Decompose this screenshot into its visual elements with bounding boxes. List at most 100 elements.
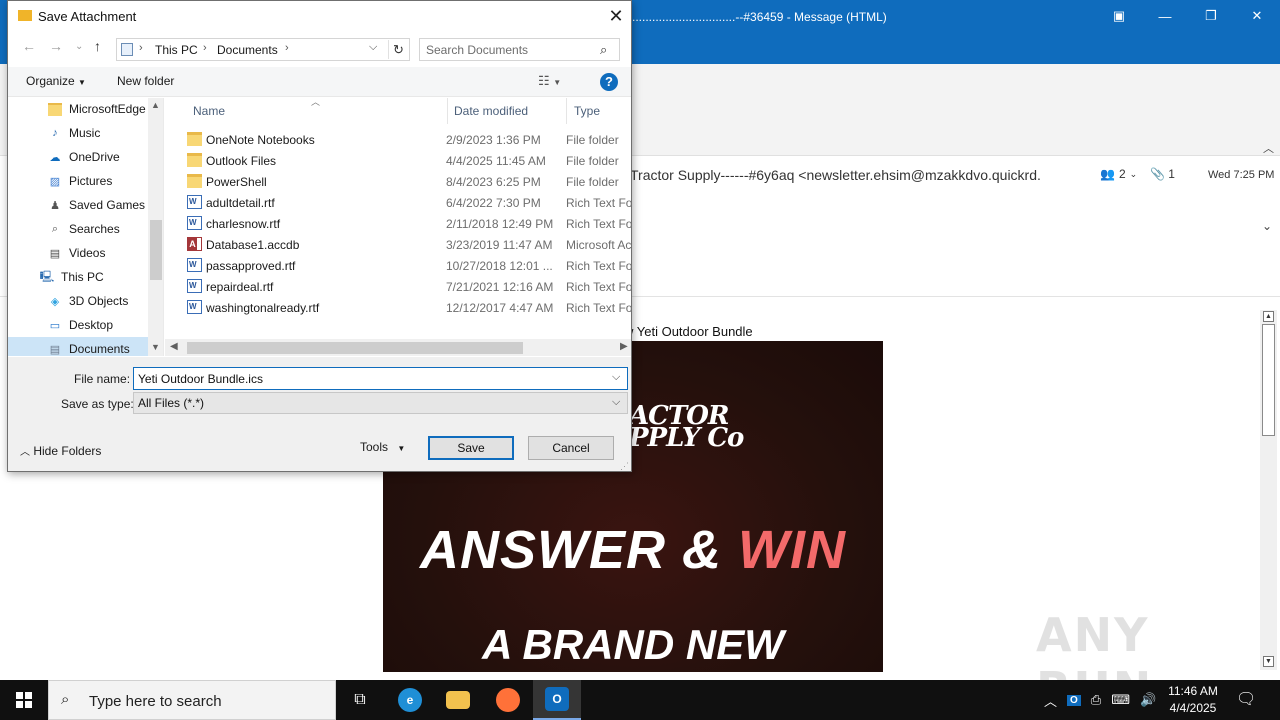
help-button[interactable]: ?	[600, 73, 618, 91]
forward-arrow-icon[interactable]: →	[49, 38, 63, 54]
show-hidden-icons-icon[interactable]: ︿	[1044, 691, 1057, 710]
nav-item-documents[interactable]: ▤ Documents	[8, 337, 148, 356]
search-input[interactable]	[426, 42, 591, 58]
nav-item-desktop[interactable]: ▭ Desktop	[8, 313, 148, 337]
task-view-button[interactable]: ⧉	[336, 680, 384, 720]
save-button[interactable]: Save	[428, 436, 514, 460]
change-view-button[interactable]: ☷ ▼	[538, 73, 561, 89]
taskbar-search-placeholder: Type here to search	[89, 693, 222, 710]
hide-folders-button[interactable]: ︿ Hide Folders	[20, 443, 101, 458]
refresh-icon[interactable]: ↻	[388, 40, 408, 59]
organize-button[interactable]: Organize ▼	[26, 74, 86, 88]
nav-pane-scrollbar[interactable]: ▲ ▼	[148, 98, 163, 356]
word-document-icon	[187, 300, 202, 314]
people-count: 2	[1118, 167, 1126, 181]
hscroll-thumb[interactable]	[187, 342, 523, 354]
attachments-button[interactable]: 📎 1	[1150, 167, 1175, 181]
restore-button[interactable]: ❐	[1188, 0, 1234, 32]
search-box[interactable]: ⌕	[419, 38, 620, 61]
volume-icon[interactable]: 🔊	[1140, 692, 1156, 708]
address-bar[interactable]: › This PC › Documents › ⌵ ↻	[116, 38, 410, 61]
notifications-icon[interactable]: 🗨	[1236, 689, 1256, 709]
file-list[interactable]: ︿ Name Date modified Type OneNote Notebo…	[165, 98, 631, 356]
file-row[interactable]: passapproved.rtf 10/27/2018 12:01 ... Rich…	[165, 255, 631, 276]
file-row[interactable]: Database1.accdb 3/23/2019 11:47 AM Microso…	[165, 234, 631, 255]
save-as-type-select[interactable]: All Files (*.*) ⌵	[133, 392, 628, 414]
recipients-button[interactable]: 👥 2 ⌄	[1100, 167, 1137, 181]
up-arrow-icon[interactable]: ↑	[94, 38, 101, 54]
file-list-hscroll[interactable]: ◀ ▶	[165, 339, 631, 356]
address-dropdown-icon[interactable]: ⌵	[369, 41, 377, 54]
nav-scroll-thumb[interactable]	[150, 220, 162, 280]
start-button[interactable]	[0, 680, 48, 720]
new-folder-button[interactable]: New folder	[117, 74, 174, 88]
firefox-app[interactable]	[484, 680, 532, 720]
nav-item-label: Searches	[69, 222, 120, 236]
recent-locations-icon[interactable]: ⌄	[75, 41, 83, 52]
file-name: PowerShell	[206, 175, 267, 189]
dialog-title: Save Attachment	[38, 9, 137, 24]
nav-item-onedrive[interactable]: ☁ OneDrive	[8, 145, 148, 169]
scroll-up-icon[interactable]: ▲	[1263, 311, 1274, 322]
tools-button[interactable]: Tools ▼	[360, 440, 405, 454]
nav-item-searches[interactable]: ⌕ Searches	[8, 217, 148, 241]
edge-app[interactable]: e	[386, 680, 434, 720]
device-icon[interactable]: ⎙	[1091, 692, 1101, 708]
nav-item-videos[interactable]: ▤ Videos	[8, 241, 148, 265]
cancel-button[interactable]: Cancel	[528, 436, 614, 460]
chevron-down-icon[interactable]: ⌵	[612, 396, 620, 409]
close-window-button[interactable]: ✕	[1234, 0, 1280, 32]
taskbar: ⌕ Type here to search ⧉ e O ︿ O ⎙ ⌨ 🔊 11…	[0, 680, 1280, 720]
breadcrumb-documents[interactable]: Documents	[217, 43, 278, 57]
file-row[interactable]: repairdeal.rtf 7/21/2021 12:16 AM Rich Tex…	[165, 276, 631, 297]
nav-item-label: 3D Objects	[69, 294, 129, 308]
expand-header-icon[interactable]: ⌄	[1262, 219, 1272, 233]
chevron-down-icon[interactable]: ⌵	[612, 371, 620, 384]
column-divider[interactable]	[566, 98, 567, 124]
navigation-pane[interactable]: MicrosoftEdge ♪ Music ☁ OneDrive ▨ Pictures ♟ Sa…	[8, 98, 164, 356]
file-row[interactable]: Outlook Files 4/4/2025 11:45 AM File folde…	[165, 150, 631, 171]
file-row[interactable]: PowerShell 8/4/2023 6:25 PM File folder	[165, 171, 631, 192]
file-explorer-app[interactable]	[434, 680, 482, 720]
nav-item-this-pc[interactable]: 🖳 This PC	[8, 265, 148, 289]
column-date-modified[interactable]: Date modified	[454, 104, 528, 118]
scroll-down-icon[interactable]: ▼	[151, 342, 160, 352]
file-name-combobox[interactable]: ⌵	[133, 367, 628, 390]
file-row[interactable]: charlesnow.rtf 2/11/2018 12:49 PM Rich Tex…	[165, 213, 631, 234]
taskbar-search[interactable]: ⌕ Type here to search	[48, 680, 336, 720]
collapse-ribbon-icon[interactable]: ︿	[1263, 140, 1274, 156]
search-icon[interactable]: ⌕	[600, 42, 607, 58]
ribbon-display-options-icon[interactable]: ▣	[1096, 0, 1142, 32]
breadcrumb-separator-icon[interactable]: ›	[139, 42, 143, 54]
headline-answer: ANSWER &	[420, 520, 739, 580]
nav-item-music[interactable]: ♪ Music	[8, 121, 148, 145]
back-arrow-icon[interactable]: ←	[22, 38, 36, 54]
breadcrumb-this-pc[interactable]: This PC	[155, 43, 198, 57]
nav-item-3d-objects[interactable]: ◈ 3D Objects	[8, 289, 148, 313]
breadcrumb-separator-icon[interactable]: ›	[203, 42, 207, 54]
nav-item-saved-games[interactable]: ♟ Saved Games	[8, 193, 148, 217]
resize-grip-icon[interactable]: ⋰	[620, 461, 629, 472]
breadcrumb-separator-icon[interactable]: ›	[285, 42, 289, 54]
nav-item-pictures[interactable]: ▨ Pictures	[8, 169, 148, 193]
outlook-app[interactable]: O	[533, 680, 581, 720]
dialog-close-button[interactable]: ✕	[604, 5, 628, 27]
outlook-tray-icon[interactable]: O	[1067, 694, 1081, 706]
scroll-thumb[interactable]	[1262, 324, 1275, 436]
file-row[interactable]: adultdetail.rtf 6/4/2022 7:30 PM Rich Text…	[165, 192, 631, 213]
column-divider[interactable]	[447, 98, 448, 124]
column-name[interactable]: Name	[193, 104, 225, 118]
scroll-left-icon[interactable]: ◀	[170, 341, 178, 352]
clock[interactable]: 11:46 AM 4/4/2025	[1164, 683, 1222, 717]
file-name-input[interactable]	[138, 371, 603, 387]
minimize-button[interactable]: —	[1142, 0, 1188, 32]
file-row[interactable]: OneNote Notebooks 2/9/2023 1:36 PM File fo…	[165, 129, 631, 150]
scroll-right-icon[interactable]: ▶	[620, 341, 628, 352]
nav-item-microsoftedge[interactable]: MicrosoftEdge	[8, 98, 148, 121]
column-type[interactable]: Type	[574, 104, 600, 118]
firefox-icon	[496, 688, 520, 712]
network-icon[interactable]: ⌨	[1111, 692, 1130, 708]
scroll-up-icon[interactable]: ▲	[151, 100, 160, 110]
chevron-up-icon: ︿	[20, 447, 30, 458]
file-row[interactable]: washingtonalready.rtf 12/12/2017 4:47 AM R…	[165, 297, 631, 318]
